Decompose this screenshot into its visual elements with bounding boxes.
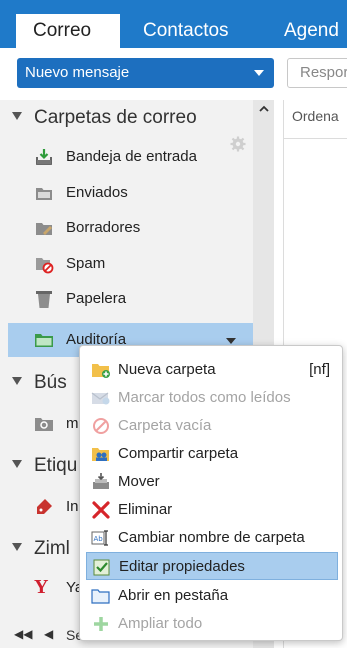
collapse-triangle-icon[interactable] — [12, 376, 22, 385]
folder-context-menu: Nueva carpeta [nf] Marcar todos como leí… — [79, 345, 343, 641]
new-message-label: Nuevo mensaje — [25, 64, 130, 81]
mail-folders-title: Carpetas de correo — [34, 107, 197, 128]
previous-page-icon[interactable]: ◀ — [44, 627, 53, 641]
bottom-pager: ◀◀ ◀ Se — [0, 624, 90, 648]
reply-button[interactable]: Respor — [287, 58, 347, 88]
tab-contacts[interactable]: Contactos — [143, 14, 229, 48]
menu-item-expand-all[interactable]: Ampliar todo — [86, 610, 338, 638]
yahoo-logo-icon: Y — [34, 576, 49, 598]
collapse-triangle-icon[interactable] — [12, 542, 22, 551]
toolbar: Nuevo mensaje Respor — [0, 48, 347, 100]
svg-text:Ab: Ab — [94, 535, 104, 543]
move-icon — [93, 473, 109, 489]
tags-header[interactable]: Etiqu — [12, 455, 77, 477]
inbox-icon — [36, 149, 52, 165]
folder-spam[interactable]: Spam — [34, 252, 254, 276]
expand-plus-icon — [94, 617, 108, 631]
folder-drafts[interactable]: Borradores — [34, 216, 254, 240]
folder-menu-chevron-icon[interactable] — [226, 338, 236, 344]
top-nav-bar: Correo Contactos Agend — [0, 0, 347, 48]
drafts-folder-icon — [36, 223, 52, 235]
menu-item-new-folder[interactable]: Nueva carpeta [nf] — [86, 356, 338, 384]
folder-sent[interactable]: Enviados — [34, 181, 254, 205]
search-folder-icon — [35, 418, 53, 431]
spam-folder-icon — [36, 258, 54, 274]
zimlets-header[interactable]: Ziml — [12, 538, 70, 560]
collapse-triangle-icon[interactable] — [12, 459, 22, 468]
tag-icon — [37, 499, 52, 514]
rename-icon: Ab — [91, 530, 108, 546]
folder-trash[interactable]: Papelera — [34, 287, 254, 311]
mark-read-icon — [91, 392, 110, 405]
empty-folder-icon — [93, 418, 109, 434]
mail-folders-header[interactable]: Carpetas de correo — [12, 107, 197, 129]
menu-item-share-folder[interactable]: Compartir carpeta — [86, 440, 338, 468]
menu-item-rename-folder[interactable]: Ab Cambiar nombre de carpeta — [86, 524, 338, 552]
sent-folder-icon — [36, 188, 52, 200]
collapse-triangle-icon[interactable] — [12, 111, 22, 120]
menu-item-edit-properties[interactable]: Editar propiedades — [86, 552, 338, 580]
folder-icon — [35, 334, 53, 347]
scroll-up-icon[interactable] — [258, 104, 270, 114]
trash-icon — [36, 291, 52, 308]
folder-inbox[interactable]: Bandeja de entrada — [34, 145, 254, 169]
chevron-down-icon[interactable] — [254, 70, 264, 76]
first-page-icon[interactable]: ◀◀ — [14, 627, 32, 641]
menu-item-move[interactable]: Mover — [86, 468, 338, 496]
share-folder-icon — [92, 448, 109, 461]
new-message-button[interactable]: Nuevo mensaje — [17, 58, 274, 88]
menu-item-mark-all-read[interactable]: Marcar todos como leídos — [86, 384, 338, 412]
tab-calendar[interactable]: Agend — [284, 14, 339, 48]
folder-outline-icon — [91, 589, 110, 604]
menu-item-open-in-tab[interactable]: Abrir en pestaña — [86, 582, 338, 610]
searches-header[interactable]: Bús — [12, 372, 67, 394]
edit-properties-icon — [93, 559, 110, 576]
menu-item-delete[interactable]: Eliminar — [86, 496, 338, 524]
tab-mail[interactable]: Correo — [16, 14, 120, 48]
delete-x-icon — [92, 501, 110, 519]
menu-item-empty-folder[interactable]: Carpeta vacía — [86, 412, 338, 440]
divider — [284, 138, 347, 139]
new-folder-icon — [92, 364, 110, 378]
sort-label[interactable]: Ordena — [292, 108, 347, 124]
